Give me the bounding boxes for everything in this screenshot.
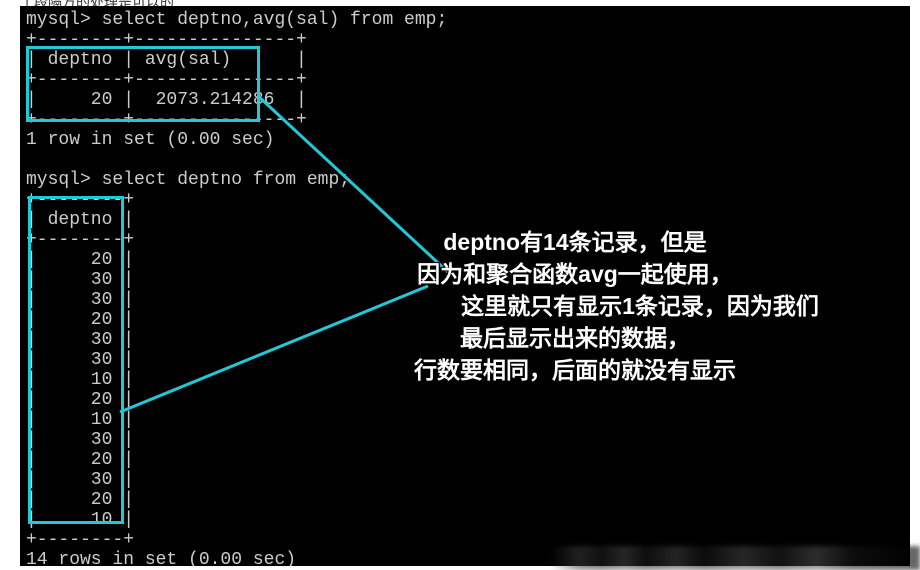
table1-border: +--------+---------------+ bbox=[26, 30, 904, 50]
sql-prompt-2: mysql> select deptno from emp; bbox=[26, 170, 904, 190]
table2-row: | 30 | bbox=[26, 470, 904, 490]
table1-header: | deptno | avg(sal) | bbox=[26, 50, 904, 70]
table2-row: | 10 | bbox=[26, 410, 904, 430]
table1-border: +--------+---------------+ bbox=[26, 70, 904, 90]
table2-row: | 30 | bbox=[26, 290, 904, 310]
terminal-window: mysql> select deptno,avg(sal) from emp; … bbox=[20, 6, 910, 566]
table2-header: | deptno | bbox=[26, 210, 904, 230]
table2-row: | 30 | bbox=[26, 350, 904, 370]
table2-row: | 30 | bbox=[26, 330, 904, 350]
table1-row: | 20 | 2073.214286 | bbox=[26, 90, 904, 110]
blank-line bbox=[26, 150, 904, 170]
table2-row: | 30 | bbox=[26, 430, 904, 450]
table2-row: | 20 | bbox=[26, 390, 904, 410]
table2-border: +--------+ bbox=[26, 190, 904, 210]
bottom-smudge bbox=[550, 546, 920, 570]
sql-prompt-1: mysql> select deptno,avg(sal) from emp; bbox=[26, 10, 904, 30]
table2-row: | 20 | bbox=[26, 310, 904, 330]
table1-border: +--------+---------------+ bbox=[26, 110, 904, 130]
query1-status: 1 row in set (0.00 sec) bbox=[26, 130, 904, 150]
table2-row: | 20 | bbox=[26, 450, 904, 470]
table2-row: | 10 | bbox=[26, 510, 904, 530]
table2-row: | 20 | bbox=[26, 490, 904, 510]
table2-border: +--------+ bbox=[26, 230, 904, 250]
table2-row: | 20 | bbox=[26, 250, 904, 270]
table2-row: | 30 | bbox=[26, 270, 904, 290]
table2-row: | 10 | bbox=[26, 370, 904, 390]
